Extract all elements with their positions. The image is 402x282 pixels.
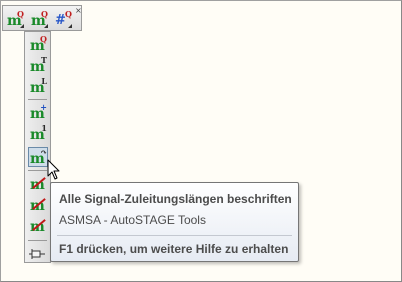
toolbar-separator [28, 170, 47, 171]
superscript-label: Q [41, 9, 48, 19]
m-strike-button-2[interactable]: m [29, 195, 47, 213]
m-strike-button-3[interactable]: m [29, 216, 47, 234]
tooltip-description: ASMSA - AutoSTAGE Tools [59, 213, 206, 227]
m-q-dropdown-button[interactable]: m Q [6, 9, 24, 28]
superscript-label: + [40, 102, 47, 112]
m-l-button[interactable]: m L [29, 76, 47, 95]
dropdown-arrow-icon [68, 24, 72, 28]
superscript-label: T [41, 55, 47, 65]
toolbar-separator [28, 240, 47, 241]
horizontal-toolbar: m Q m Q # Q × [2, 5, 82, 31]
vertical-toolbar: m Q m T m L m + m 1 m ↷ m m m [24, 31, 51, 263]
label-all-signal-lengths-button[interactable]: m ↷ [28, 147, 48, 167]
superscript-label: L [41, 76, 47, 86]
m-strike-button-1[interactable]: m [29, 174, 47, 192]
m-t-button[interactable]: m T [29, 55, 47, 74]
mouse-cursor-icon [47, 159, 60, 180]
superscript-label: Q [17, 9, 24, 19]
superscript-label: ↷ [40, 147, 47, 157]
superscript-label: 1 [41, 123, 47, 133]
m-one-button[interactable]: m 1 [29, 123, 47, 142]
m-plus-button[interactable]: m + [29, 102, 47, 121]
dropdown-arrow-icon [44, 24, 48, 28]
superscript-label: Q [40, 34, 47, 44]
tooltip: Alle Signal-Zuleitungslängen beschriften… [50, 182, 299, 262]
m-q-red-dropdown-button[interactable]: m Q [30, 9, 48, 28]
dropdown-arrow-icon [20, 24, 24, 28]
tooltip-divider [57, 235, 292, 236]
tooltip-title: Alle Signal-Zuleitungslängen beschriften [59, 192, 292, 206]
m-q-button[interactable]: m Q [29, 34, 47, 53]
tooltip-help-hint: F1 drücken, um weitere Hilfe zu erhalten [59, 242, 289, 256]
toolbar-separator [28, 99, 47, 100]
hash-q-dropdown-button[interactable]: # Q [54, 9, 72, 28]
pin-icon[interactable] [29, 248, 46, 260]
close-icon[interactable]: × [75, 7, 82, 15]
superscript-label: Q [65, 9, 72, 19]
